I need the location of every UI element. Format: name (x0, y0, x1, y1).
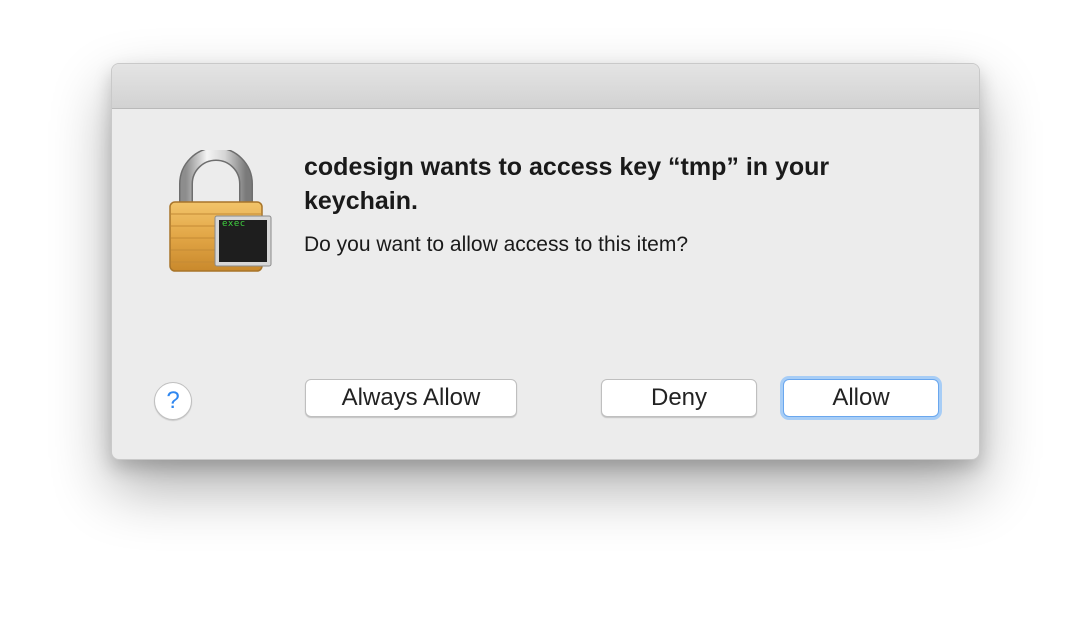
question-mark-icon: ? (166, 387, 180, 414)
help-button[interactable]: ? (154, 382, 192, 420)
dialog-heading: codesign wants to access key “tmp” in yo… (304, 153, 830, 215)
always-allow-button[interactable]: Always Allow (305, 379, 517, 417)
allow-button[interactable]: Allow (783, 379, 939, 417)
exec-badge-label: exec (222, 219, 246, 229)
deny-button[interactable]: Deny (601, 379, 757, 417)
screen: exec codesign wants to access key “tmp” … (0, 0, 1092, 620)
keychain-lock-icon: exec (168, 147, 272, 274)
dialog-message: Do you want to allow access to this item… (304, 233, 689, 256)
dialog-titlebar (112, 64, 979, 109)
keychain-access-dialog: exec codesign wants to access key “tmp” … (111, 63, 980, 460)
